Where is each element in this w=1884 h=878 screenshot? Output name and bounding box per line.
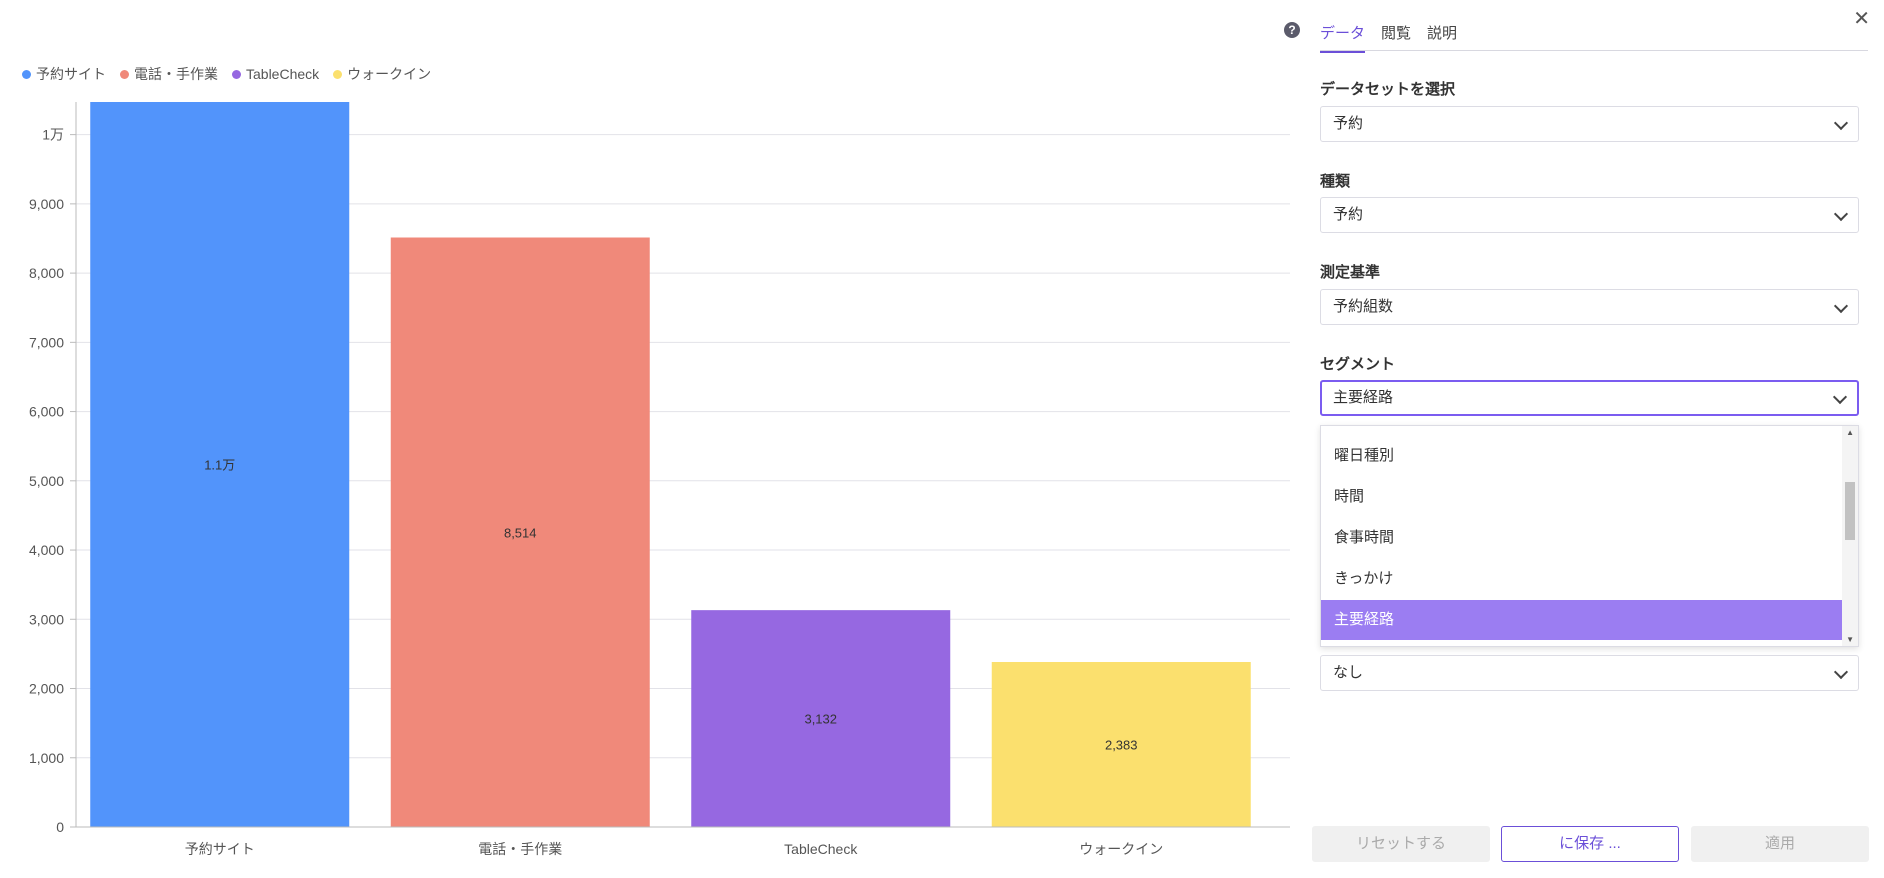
chevron-down-icon (1833, 115, 1849, 131)
measure-label: 測定基準 (1320, 264, 1381, 281)
tab-description[interactable]: 説明 (1427, 22, 1457, 53)
kind-label: 種類 (1320, 173, 1351, 190)
reset-button[interactable]: リセットする (1312, 826, 1490, 862)
y-tick-label: 4,000 (29, 542, 64, 558)
y-tick-label: 7,000 (29, 334, 64, 350)
y-tick-label: 0 (56, 819, 64, 835)
bar-data-label: 2,383 (1105, 738, 1138, 753)
tab-view[interactable]: 閲覧 (1381, 22, 1411, 53)
x-tick-label: TableCheck (784, 841, 858, 857)
kind-select-value: 予約 (1333, 206, 1364, 223)
y-tick-label: 1,000 (29, 750, 64, 766)
scroll-down-icon[interactable]: ▼ (1846, 635, 1854, 644)
x-tick-label: 予約サイト (185, 841, 255, 857)
segment-dropdown-list[interactable]: 曜日種別 時間 食事時間 きっかけ 主要経路 ▲ ▼ (1320, 425, 1859, 647)
chart-area: 予約サイト 電話・手作業 TableCheck ウォークイン 0 1,000 2,000 3… (0, 0, 1300, 878)
segment-select-value: 主要経路 (1333, 389, 1394, 406)
dropdown-option[interactable]: きっかけ (1321, 559, 1842, 599)
chevron-down-icon (1833, 664, 1849, 680)
segment-label: セグメント (1320, 356, 1396, 373)
tab-data[interactable]: データ (1320, 22, 1366, 53)
second-segment-select[interactable]: なし (1320, 655, 1859, 691)
dropdown-option[interactable]: 時間 (1321, 477, 1842, 517)
dataset-label: データセットを選択 (1320, 81, 1456, 98)
y-tick-label: 1万 (42, 127, 64, 143)
scroll-up-icon[interactable]: ▲ (1846, 428, 1854, 437)
bar-chart: 0 1,000 2,000 3,000 4,000 5,000 6,000 7,000 8,00… (29, 102, 1290, 857)
segment-select[interactable]: 主要経路 (1320, 380, 1859, 416)
help-icon[interactable]: ? (1284, 22, 1300, 38)
y-tick-label: 2,000 (29, 681, 64, 697)
apply-button[interactable]: 適用 (1691, 826, 1869, 862)
measure-select[interactable]: 予約組数 (1320, 289, 1859, 325)
second-segment-value: なし (1333, 664, 1364, 681)
y-tick-label: 3,000 (29, 611, 64, 627)
x-tick-label: 電話・手作業 (478, 841, 562, 857)
dropdown-option[interactable]: 曜日種別 (1321, 436, 1842, 476)
y-tick-label: 9,000 (29, 196, 64, 212)
y-tick-label: 8,000 (29, 265, 64, 281)
dataset-select[interactable]: 予約 (1320, 106, 1859, 142)
y-tick-label: 6,000 (29, 404, 64, 420)
dataset-select-value: 予約 (1333, 115, 1364, 132)
dropdown-option-selected[interactable]: 主要経路 (1321, 600, 1842, 640)
dropdown-option[interactable]: 食事時間 (1321, 518, 1842, 558)
measure-select-value: 予約組数 (1333, 298, 1394, 315)
y-tick-label: 5,000 (29, 473, 64, 489)
kind-select[interactable]: 予約 (1320, 197, 1859, 233)
x-tick-label: ウォークイン (1079, 841, 1163, 857)
save-as-button[interactable]: に保存 ... (1501, 826, 1679, 862)
bar-data-label: 1.1万 (204, 458, 235, 473)
tabs-divider (1320, 50, 1868, 51)
dropdown-scroll-thumb[interactable] (1845, 482, 1855, 540)
chevron-down-icon (1833, 206, 1849, 222)
bar-data-label: 3,132 (804, 712, 837, 727)
panel-tabs: データ 閲覧 説明 (1320, 22, 1457, 53)
chevron-down-icon (1832, 389, 1848, 405)
bar-data-label: 8,514 (504, 525, 537, 540)
chevron-down-icon (1833, 298, 1849, 314)
dropdown-scrollbar[interactable]: ▲ ▼ (1842, 426, 1858, 646)
close-icon[interactable]: ✕ (1853, 6, 1870, 31)
